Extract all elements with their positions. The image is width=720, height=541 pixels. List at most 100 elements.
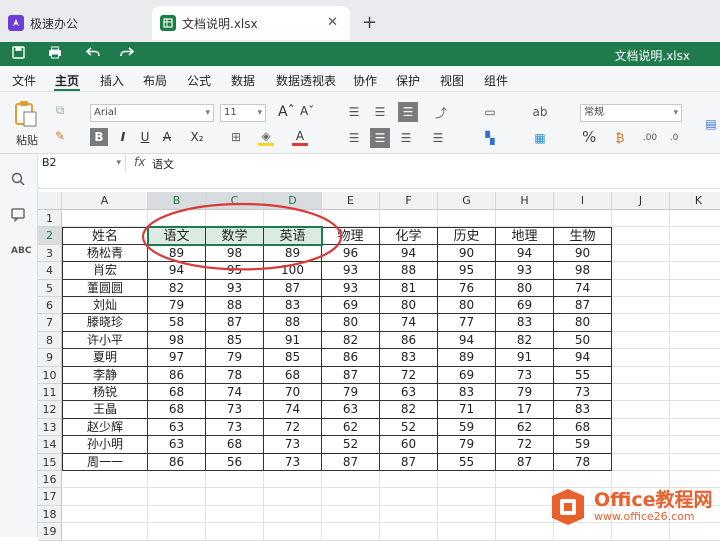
cell[interactable]: 地理: [496, 227, 554, 245]
cell[interactable]: 98: [554, 262, 612, 280]
cell[interactable]: 历史: [438, 227, 496, 245]
cell[interactable]: 95: [206, 262, 264, 280]
cell[interactable]: 96: [322, 244, 380, 263]
cell[interactable]: 80: [554, 314, 612, 332]
cell[interactable]: 83: [496, 314, 554, 332]
cell[interactable]: 86: [148, 366, 206, 384]
cell[interactable]: 98: [148, 331, 206, 350]
merge-cells-icon[interactable]: ▦: [530, 130, 550, 146]
undo-icon[interactable]: [85, 46, 100, 62]
menu-collab[interactable]: 协作: [353, 72, 377, 89]
cell[interactable]: [612, 436, 670, 454]
cell[interactable]: [62, 523, 148, 541]
cell[interactable]: [62, 488, 148, 506]
column-header[interactable]: J: [612, 192, 670, 210]
row-header[interactable]: 10: [38, 366, 62, 384]
cell[interactable]: [670, 401, 720, 419]
cell[interactable]: 68: [148, 384, 206, 402]
spellcheck-panel-icon[interactable]: ABC: [11, 246, 31, 256]
cell[interactable]: [206, 505, 264, 524]
menu-insert[interactable]: 插入: [100, 72, 124, 89]
cell[interactable]: [380, 488, 438, 506]
row-header[interactable]: 12: [38, 401, 62, 419]
cell[interactable]: 93: [496, 262, 554, 280]
row-header[interactable]: 13: [38, 418, 62, 437]
cell[interactable]: [496, 471, 554, 489]
menu-protect[interactable]: 保护: [396, 72, 420, 89]
row-header[interactable]: 19: [38, 523, 62, 541]
cell[interactable]: 杨松青: [62, 244, 148, 263]
menu-home[interactable]: 主页: [55, 72, 79, 89]
cell[interactable]: 化学: [380, 227, 438, 245]
decimal-decrease-icon[interactable]: .0: [664, 130, 684, 146]
cell[interactable]: 94: [438, 331, 496, 350]
cell[interactable]: [612, 210, 670, 228]
cell[interactable]: 83: [264, 297, 322, 315]
cell[interactable]: 69: [496, 297, 554, 315]
cell[interactable]: [612, 418, 670, 437]
cell[interactable]: 79: [496, 384, 554, 402]
tab-document[interactable]: 文档说明.xlsx ✕: [152, 6, 350, 40]
cell[interactable]: 73: [264, 453, 322, 471]
cell[interactable]: 赵少辉: [62, 418, 148, 437]
cell[interactable]: 62: [496, 418, 554, 437]
cell[interactable]: 77: [438, 314, 496, 332]
cell[interactable]: [438, 210, 496, 228]
cell[interactable]: 70: [264, 384, 322, 402]
cell[interactable]: [612, 366, 670, 384]
cell[interactable]: 52: [322, 436, 380, 454]
cell[interactable]: 76: [438, 279, 496, 297]
row-header[interactable]: 2: [38, 227, 62, 245]
cell[interactable]: [670, 280, 720, 297]
cell[interactable]: 62: [322, 418, 380, 437]
cell[interactable]: 杨锐: [62, 384, 148, 402]
column-header[interactable]: B: [148, 192, 206, 210]
currency-icon[interactable]: ₿: [610, 130, 630, 146]
cell[interactable]: 68: [264, 366, 322, 384]
cell[interactable]: 88: [264, 314, 322, 332]
bold-button[interactable]: B: [90, 128, 108, 146]
column-header[interactable]: K: [670, 192, 720, 210]
cell[interactable]: 59: [438, 418, 496, 437]
cell[interactable]: 94: [380, 244, 438, 263]
percent-button[interactable]: %: [582, 128, 596, 146]
cell[interactable]: 94: [496, 244, 554, 263]
fill-color-icon[interactable]: ◈: [258, 128, 274, 146]
paste-icon[interactable]: [12, 100, 40, 128]
cell[interactable]: 74: [264, 401, 322, 419]
cell[interactable]: [496, 488, 554, 506]
cell[interactable]: 87: [206, 314, 264, 332]
cell[interactable]: [612, 244, 670, 263]
cell[interactable]: 孙小明: [62, 436, 148, 454]
cell[interactable]: 78: [554, 453, 612, 471]
cell[interactable]: 89: [148, 244, 206, 263]
cell[interactable]: 87: [554, 297, 612, 315]
cell[interactable]: 87: [264, 279, 322, 297]
cell[interactable]: [264, 488, 322, 506]
cell[interactable]: 王晶: [62, 401, 148, 419]
column-header[interactable]: G: [438, 192, 496, 210]
cell[interactable]: 74: [380, 314, 438, 332]
cell[interactable]: [264, 471, 322, 489]
cell[interactable]: 83: [380, 349, 438, 367]
menu-data[interactable]: 数据: [231, 72, 255, 89]
align-top-icon[interactable]: ☰: [346, 104, 362, 120]
cell[interactable]: 78: [206, 366, 264, 384]
cell[interactable]: [62, 505, 148, 524]
cell[interactable]: [62, 471, 148, 489]
cell[interactable]: 71: [438, 401, 496, 419]
cell[interactable]: [206, 210, 264, 228]
cell[interactable]: 73: [496, 366, 554, 384]
cell[interactable]: 87: [322, 366, 380, 384]
cell[interactable]: [670, 419, 720, 437]
row-header[interactable]: 17: [38, 488, 62, 506]
cell[interactable]: 91: [264, 331, 322, 350]
cell[interactable]: [670, 384, 720, 402]
cell[interactable]: 87: [322, 453, 380, 471]
cell[interactable]: [148, 523, 206, 541]
cell[interactable]: [206, 523, 264, 541]
conditional-format-icon[interactable]: ▚: [480, 130, 500, 146]
cell[interactable]: [670, 454, 720, 471]
text-orientation-icon[interactable]: ⤴: [430, 104, 452, 120]
row-header[interactable]: 15: [38, 453, 62, 471]
